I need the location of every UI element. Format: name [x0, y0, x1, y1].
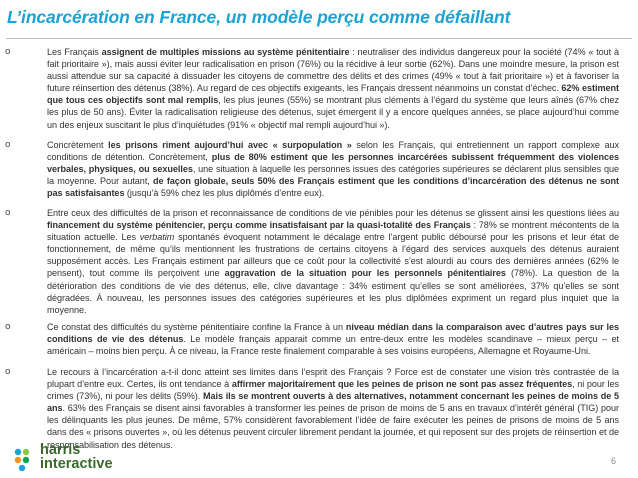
text-segment: Ce constat des difficultés du système pé… — [47, 322, 346, 332]
bullet-marker: o — [5, 208, 11, 218]
logo-line-2: interactive — [40, 456, 113, 472]
bold-text: assignent de multiples missions au systè… — [101, 47, 350, 57]
bullet-text: Concrètement les prisons riment aujourd’… — [47, 139, 619, 199]
bold-text: aggravation de la situation pour les per… — [224, 268, 506, 279]
logo-line-1: harris — [40, 442, 81, 458]
page-title: L’incarcération en France, un modèle per… — [7, 7, 511, 27]
logo-dot-icon — [22, 448, 30, 456]
bullet-text: Les Français assignent de multiples miss… — [47, 46, 619, 131]
bullet-text: Ce constat des difficultés du système pé… — [47, 321, 619, 357]
bullet-text: Le recours à l’incarcération a-t-il donc… — [47, 366, 619, 451]
bold-text: affirmer majoritairement que les peines … — [231, 379, 573, 390]
bullet-marker: o — [5, 47, 11, 57]
logo-wordmark: harris interactive — [40, 442, 113, 472]
italic-text: verbatim — [139, 232, 175, 243]
page-number: 6 — [610, 456, 616, 466]
text-segment: Les Français — [47, 47, 102, 57]
bullet-marker: o — [5, 367, 11, 377]
logo-dot-icon — [22, 456, 30, 464]
logo-dot-icon — [14, 456, 22, 464]
text-segment: . 63% des Français se disent ainsi favor… — [47, 403, 619, 450]
bullet-marker: o — [5, 322, 11, 332]
text-segment: Concrètement — [47, 140, 109, 150]
title-divider — [6, 38, 632, 39]
bold-text: financement du système pénitencier, perç… — [47, 220, 471, 231]
logo-dot-icon — [14, 448, 22, 456]
logo-dot-icon — [18, 464, 26, 472]
text-segment: (jusqu’à 59% chez les plus diplômés d’en… — [124, 188, 325, 199]
bullet-text: Entre ceux des difficultés de la prison … — [47, 207, 619, 316]
bold-text: les prisons riment aujourd’hui avec « su… — [108, 140, 352, 150]
bullet-marker: o — [5, 140, 11, 150]
text-segment: Entre ceux des difficultés de la prison … — [47, 208, 619, 218]
